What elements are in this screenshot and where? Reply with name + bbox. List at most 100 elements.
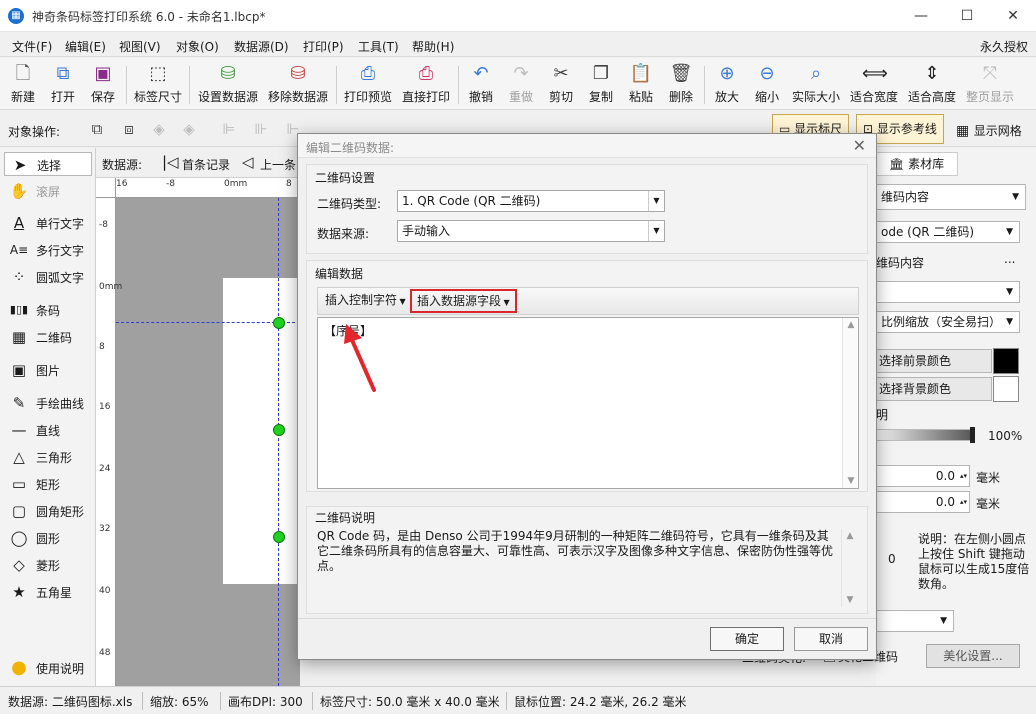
tool-pan[interactable]: ✋ 滚屏 (4, 179, 92, 203)
align-left-icon[interactable]: ⊫ (220, 120, 238, 138)
show-grid-toggle[interactable]: ▦ 显示网格 (956, 122, 1022, 139)
resize-handle[interactable] (273, 531, 285, 543)
prev-record-button[interactable]: 上一条 (260, 156, 296, 173)
qrcode-type-select[interactable]: 1. QR Code (QR 二维码) ▼ (397, 190, 665, 212)
copy-button[interactable]: ❐ 复制 (584, 62, 618, 108)
menu-file[interactable]: 文件(F) (12, 38, 52, 55)
tool-rounded-rect[interactable]: ▢ 圆角矩形 (4, 499, 92, 523)
scale-select[interactable]: 比例缩放（安全易扫） ▼ (876, 311, 1020, 333)
barcode-app-icon: ▦ (8, 8, 24, 24)
cut-button[interactable]: ✂ 剪切 (544, 62, 578, 108)
menu-object[interactable]: 对象(O) (176, 38, 219, 55)
close-window-button[interactable]: ✕ (990, 0, 1036, 32)
dialog-close-button[interactable]: ✕ (853, 136, 866, 155)
delete-button[interactable]: 🗑 删除 (664, 62, 698, 108)
rotation-select[interactable]: ▼ (876, 610, 954, 632)
foreground-color-button[interactable]: 选择前景颜色 (876, 349, 992, 373)
zoom-in-button[interactable]: ⊕ 放大 (710, 62, 744, 108)
menu-datasource[interactable]: 数据源(D) (234, 38, 289, 55)
scroll-down-icon[interactable]: ▼ (843, 476, 859, 486)
open-button[interactable]: ⧉ 打开 (46, 62, 80, 108)
prev-record-icon[interactable]: ◁ (242, 153, 254, 171)
transparency-slider-thumb[interactable] (970, 427, 975, 443)
full-page-button[interactable]: ⤧ 整页显示 (964, 62, 1016, 108)
spinner-icon[interactable]: ▴▾ (960, 466, 967, 486)
tool-select[interactable]: ➤ 选择 (4, 152, 92, 176)
insert-datasource-field-button[interactable]: 插入数据源字段 ▼ (410, 289, 517, 313)
background-color-button[interactable]: 选择背景颜色 (876, 377, 992, 401)
tool-picture[interactable]: ▣ 图片 (4, 358, 92, 382)
layer-up-icon[interactable]: ◈ (150, 120, 168, 138)
tool-line[interactable]: — 直线 (4, 418, 92, 442)
qr-type-select[interactable]: ode (QR 二维码) ▼ (876, 221, 1020, 243)
new-button[interactable]: 🗋 新建 (6, 62, 40, 108)
first-record-button[interactable]: 首条记录 (182, 156, 230, 173)
remove-datasource-button[interactable]: ⛁ 移除数据源 (266, 62, 330, 108)
send-back-icon[interactable]: ⧈ (120, 120, 138, 138)
print-preview-icon: ⎙ (360, 63, 376, 84)
tool-multi-text[interactable]: A≡ 多行文字 (4, 238, 92, 262)
content-more-button[interactable]: ... (1004, 252, 1015, 266)
description-scrollbar[interactable]: ▲ ▼ (841, 529, 857, 607)
bring-front-icon[interactable]: ⧉ (88, 120, 106, 138)
tool-freehand[interactable]: ✎ 手绘曲线 (4, 391, 92, 415)
menu-view[interactable]: 视图(V) (119, 38, 161, 55)
paste-button[interactable]: 📋 粘贴 (624, 62, 658, 108)
tool-arc-text[interactable]: ⁘ 圆弧文字 (4, 265, 92, 289)
maximize-button[interactable]: ☐ (944, 0, 990, 32)
foreground-swatch[interactable] (993, 348, 1019, 374)
content-type-select[interactable]: 维码内容 ▼ (876, 184, 1026, 210)
x-position-input[interactable]: 0.0 ▴▾ (876, 465, 970, 487)
menu-print[interactable]: 打印(P) (303, 38, 344, 55)
guide-line-vertical[interactable] (278, 198, 279, 686)
tool-diamond[interactable]: ◇ 菱形 (4, 553, 92, 577)
redo-button[interactable]: ↷ 重做 (504, 62, 538, 108)
help-button[interactable]: ● 使用说明 (4, 656, 92, 680)
tool-circle[interactable]: ◯ 圆形 (4, 526, 92, 550)
tool-qrcode[interactable]: ▦ 二维码 (4, 325, 92, 349)
data-source-select[interactable]: 手动输入 ▼ (397, 220, 665, 242)
menu-help[interactable]: 帮助(H) (412, 38, 454, 55)
qrcode-content-textarea[interactable]: 【序号】 ▲ ▼ (317, 317, 859, 489)
label-size-button[interactable]: ⬚ 标签尺寸 (132, 62, 184, 108)
transparency-slider[interactable] (876, 429, 974, 441)
scroll-up-icon[interactable]: ▲ (842, 531, 858, 541)
tool-rectangle[interactable]: ▭ 矩形 (4, 472, 92, 496)
align-center-icon[interactable]: ⊪ (252, 120, 270, 138)
spinner-icon[interactable]: ▴▾ (960, 492, 967, 512)
first-record-icon[interactable]: |◁ (162, 153, 179, 171)
tool-barcode[interactable]: ▮▯▮ 条码 (4, 298, 92, 322)
layer-down-icon[interactable]: ◈ (180, 120, 198, 138)
menu-tools[interactable]: 工具(T) (358, 38, 399, 55)
resize-handle[interactable] (273, 317, 285, 329)
fit-height-button[interactable]: ⇕ 适合高度 (906, 62, 958, 108)
fit-width-button[interactable]: ⟺ 适合宽度 (848, 62, 900, 108)
zoom-out-button[interactable]: ⊖ 缩小 (750, 62, 784, 108)
ok-button[interactable]: 确定 (710, 627, 784, 651)
scroll-down-icon[interactable]: ▼ (842, 595, 858, 605)
content-scrollbar[interactable]: ▲ ▼ (842, 318, 858, 488)
tool-single-text[interactable]: A 单行文字 (4, 211, 92, 235)
print-preview-button[interactable]: ⎙ 打印预览 (342, 62, 394, 108)
minimize-button[interactable]: — (898, 0, 944, 32)
tool-triangle[interactable]: △ 三角形 (4, 445, 92, 469)
content-label: 维码内容 (876, 256, 925, 270)
label-paper[interactable] (223, 278, 300, 584)
tool-star[interactable]: ★ 五角星 (4, 580, 92, 604)
encoding-select[interactable]: ▼ (876, 281, 1020, 303)
undo-button[interactable]: ↶ 撤销 (464, 62, 498, 108)
cancel-button[interactable]: 取消 (794, 627, 868, 651)
background-swatch[interactable] (993, 376, 1019, 402)
insert-control-char-button[interactable]: 插入控制字符 ▼ (320, 289, 411, 313)
horizontal-ruler: 16 -8 0mm 8 (116, 178, 300, 198)
material-library-tab[interactable]: 🏛 素材库 (876, 152, 958, 176)
y-position-input[interactable]: 0.0 ▴▾ (876, 491, 970, 513)
menu-edit[interactable]: 编辑(E) (65, 38, 106, 55)
scroll-up-icon[interactable]: ▲ (843, 320, 859, 330)
set-datasource-button[interactable]: ⛁ 设置数据源 (196, 62, 260, 108)
direct-print-button[interactable]: ⎙ 直接打印 (400, 62, 452, 108)
save-button[interactable]: ▣ 保存 (86, 62, 120, 108)
resize-handle[interactable] (273, 424, 285, 436)
beautify-settings-button[interactable]: 美化设置... (926, 644, 1020, 668)
actual-size-button[interactable]: ⌕ 实际大小 (790, 62, 842, 108)
